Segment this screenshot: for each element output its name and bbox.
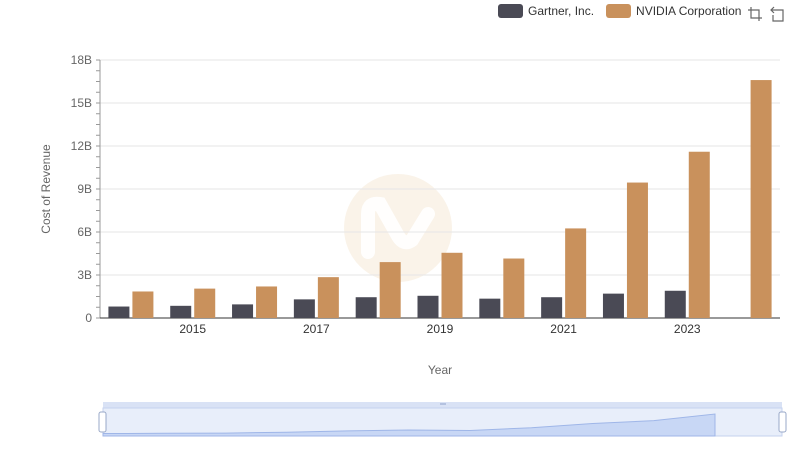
- y-tick-label: 6B: [77, 225, 92, 239]
- bar-gartner: [541, 297, 563, 318]
- x-axis: 2015 2017 2019 2021 2023: [100, 317, 780, 336]
- bar-nvidia: [688, 151, 710, 318]
- legend-item-nvidia[interactable]: NVIDIA Corporation: [606, 4, 741, 18]
- bar-gartner: [417, 295, 439, 318]
- bar-nvidia: [132, 291, 154, 318]
- legend-swatch-gartner: [498, 4, 523, 18]
- legend-label-nvidia: NVIDIA Corporation: [636, 4, 742, 18]
- zoom-top-bar: [103, 402, 782, 408]
- legend-label-gartner: Gartner, Inc.: [528, 4, 595, 18]
- zoom-icon[interactable]: [747, 6, 763, 22]
- y-tick-label: 18B: [71, 53, 92, 67]
- grid-lines: [100, 59, 780, 319]
- bar-nvidia: [441, 252, 463, 318]
- bar-nvidia: [194, 288, 216, 318]
- bar-nvidia: [379, 262, 401, 318]
- bar-gartner: [293, 299, 315, 318]
- x-tick-label: 2019: [427, 322, 454, 336]
- bar-gartner: [232, 304, 254, 318]
- x-tick-label: 2017: [303, 322, 330, 336]
- bar-gartner: [664, 290, 686, 318]
- bar-nvidia: [626, 182, 648, 318]
- bar-nvidia: [317, 277, 339, 318]
- bar-nvidia: [750, 80, 772, 318]
- legend-item-gartner[interactable]: Gartner, Inc.: [498, 4, 594, 18]
- x-tick-label: 2021: [550, 322, 577, 336]
- y-axis-title: Cost of Revenue: [39, 144, 53, 234]
- restore-icon[interactable]: [769, 6, 785, 22]
- legend: Gartner, Inc. NVIDIA Corporation: [498, 4, 753, 18]
- y-tick-label: 15B: [71, 96, 92, 110]
- y-tick-label: 12B: [71, 139, 92, 153]
- x-tick-label: 2023: [674, 322, 701, 336]
- bar-nvidia: [503, 258, 525, 318]
- bar-gartner: [355, 297, 377, 318]
- chart-canvas: 0 3B 6B 9B 12B 15B 18B 2015 2017 2019 2021 2023: [71, 53, 787, 437]
- x-tick-label: 2015: [179, 322, 206, 336]
- zoom-handle-right: [778, 411, 787, 433]
- bar-gartner: [170, 305, 192, 318]
- y-tick-label: 0: [85, 311, 92, 325]
- y-tick-label: 9B: [77, 182, 92, 196]
- data-zoom-slider[interactable]: [98, 402, 787, 437]
- bar-gartner: [479, 298, 501, 318]
- bar-gartner: [108, 306, 130, 318]
- zoom-handle-left: [98, 411, 107, 433]
- legend-swatch-nvidia: [606, 4, 632, 18]
- bar-gartner: [602, 293, 624, 318]
- x-axis-title: Year: [427, 363, 453, 377]
- y-tick-label: 3B: [77, 268, 92, 282]
- y-axis: 0 3B 6B 9B 12B 15B 18B: [71, 53, 101, 325]
- bar-nvidia: [565, 228, 587, 318]
- toolbox: [747, 6, 791, 22]
- bar-nvidia: [256, 286, 278, 318]
